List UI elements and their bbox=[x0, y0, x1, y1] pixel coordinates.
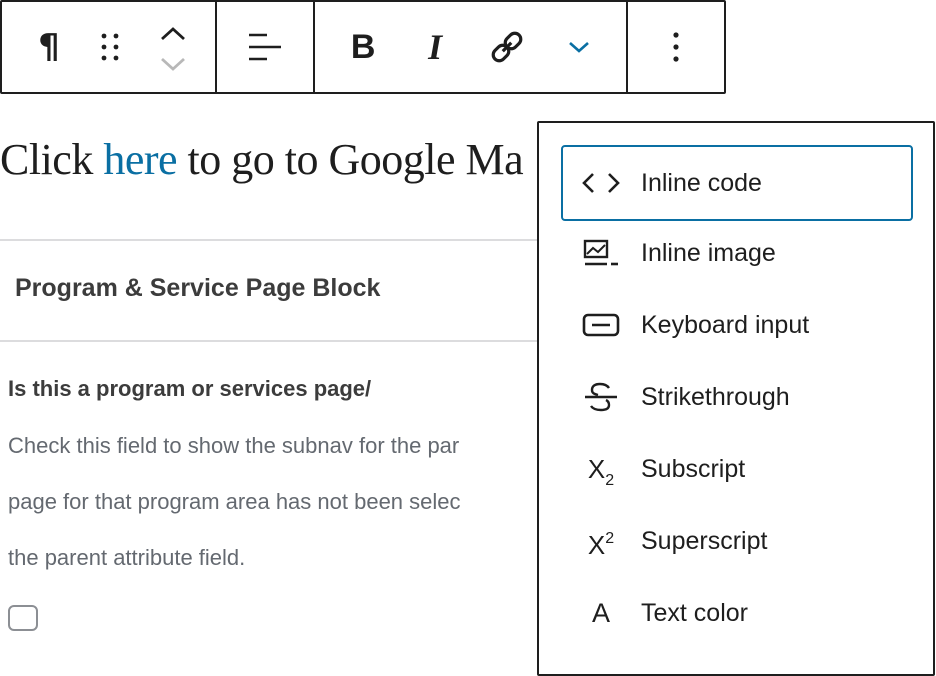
link-icon bbox=[491, 31, 523, 63]
paragraph-link[interactable]: here bbox=[103, 135, 177, 184]
subscript-digit: 2 bbox=[605, 471, 615, 489]
superscript-digit: 2 bbox=[605, 529, 615, 547]
move-up-icon[interactable] bbox=[159, 24, 187, 44]
drag-handle-icon bbox=[101, 33, 119, 61]
menu-item-label: Keyboard input bbox=[641, 310, 810, 339]
toolbar-group-options bbox=[628, 2, 724, 92]
program-page-checkbox[interactable] bbox=[8, 605, 38, 631]
format-dropdown-menu: Inline code Inline image Keyboard input bbox=[537, 121, 935, 676]
menu-item-superscript[interactable]: X2 Superscript bbox=[561, 505, 913, 577]
field-help-line: Check this field to show the subnav for … bbox=[8, 433, 460, 458]
strikethrough-icon bbox=[561, 382, 641, 412]
bold-button[interactable]: B bbox=[327, 2, 399, 92]
menu-item-inline-code[interactable]: Inline code bbox=[561, 145, 913, 221]
bold-icon: B bbox=[350, 27, 376, 66]
divider-top bbox=[0, 239, 560, 241]
menu-item-label: Superscript bbox=[641, 526, 768, 555]
keyboard-icon bbox=[561, 313, 641, 337]
link-button[interactable] bbox=[471, 2, 543, 92]
block-toolbar: ¶ B I bbox=[0, 0, 726, 94]
paragraph-text-before: Click bbox=[0, 135, 104, 184]
block-type-button[interactable]: ¶ bbox=[18, 2, 80, 92]
superscript-icon: X2 bbox=[561, 526, 641, 560]
block-title: Program & Service Page Block bbox=[15, 274, 381, 302]
subscript-base: X bbox=[587, 453, 606, 484]
more-formats-button[interactable] bbox=[543, 2, 615, 92]
menu-item-label: Inline image bbox=[641, 238, 776, 267]
align-left-icon bbox=[249, 33, 282, 61]
toolbar-group-block: ¶ bbox=[2, 2, 218, 92]
align-button[interactable] bbox=[217, 2, 313, 92]
toolbar-group-format: B I bbox=[315, 2, 628, 92]
field-help-line: page for that program area has not been … bbox=[8, 489, 461, 514]
image-icon bbox=[561, 239, 641, 267]
field-help-text: Check this field to show the subnav for … bbox=[8, 418, 568, 586]
field-label: Is this a program or services page/ bbox=[8, 376, 372, 401]
menu-item-strikethrough[interactable]: Strikethrough bbox=[561, 361, 913, 433]
italic-button[interactable]: I bbox=[399, 2, 471, 92]
options-button[interactable] bbox=[628, 2, 724, 92]
toolbar-group-align bbox=[217, 2, 316, 92]
text-color-glyph: A bbox=[591, 597, 610, 628]
field-help-line: the parent attribute field. bbox=[8, 545, 246, 570]
divider-bottom bbox=[0, 340, 560, 342]
chevron-down-icon bbox=[569, 42, 590, 53]
menu-item-inline-image[interactable]: Inline image bbox=[561, 217, 913, 289]
menu-item-label: Strikethrough bbox=[641, 382, 790, 411]
code-icon bbox=[561, 171, 641, 195]
subscript-icon: X2 bbox=[561, 453, 641, 489]
drag-handle-button[interactable] bbox=[80, 2, 142, 92]
menu-item-label: Subscript bbox=[641, 454, 746, 483]
menu-item-label: Inline code bbox=[641, 168, 762, 197]
move-down-icon[interactable] bbox=[159, 54, 187, 74]
italic-icon: I bbox=[428, 27, 443, 67]
menu-item-text-color[interactable]: A Text color bbox=[561, 577, 913, 649]
more-options-icon bbox=[673, 32, 679, 62]
block-mover bbox=[142, 2, 204, 92]
menu-item-keyboard-input[interactable]: Keyboard input bbox=[561, 289, 913, 361]
paragraph-text-after: to go to Google Ma bbox=[177, 135, 524, 184]
paragraph-block[interactable]: Click here to go to Google Ma bbox=[0, 132, 524, 188]
paragraph-icon: ¶ bbox=[38, 27, 60, 67]
text-color-icon: A bbox=[561, 598, 641, 629]
superscript-base: X bbox=[587, 529, 606, 560]
menu-item-label: Text color bbox=[641, 598, 748, 627]
menu-item-subscript[interactable]: X2 Subscript bbox=[561, 433, 913, 505]
